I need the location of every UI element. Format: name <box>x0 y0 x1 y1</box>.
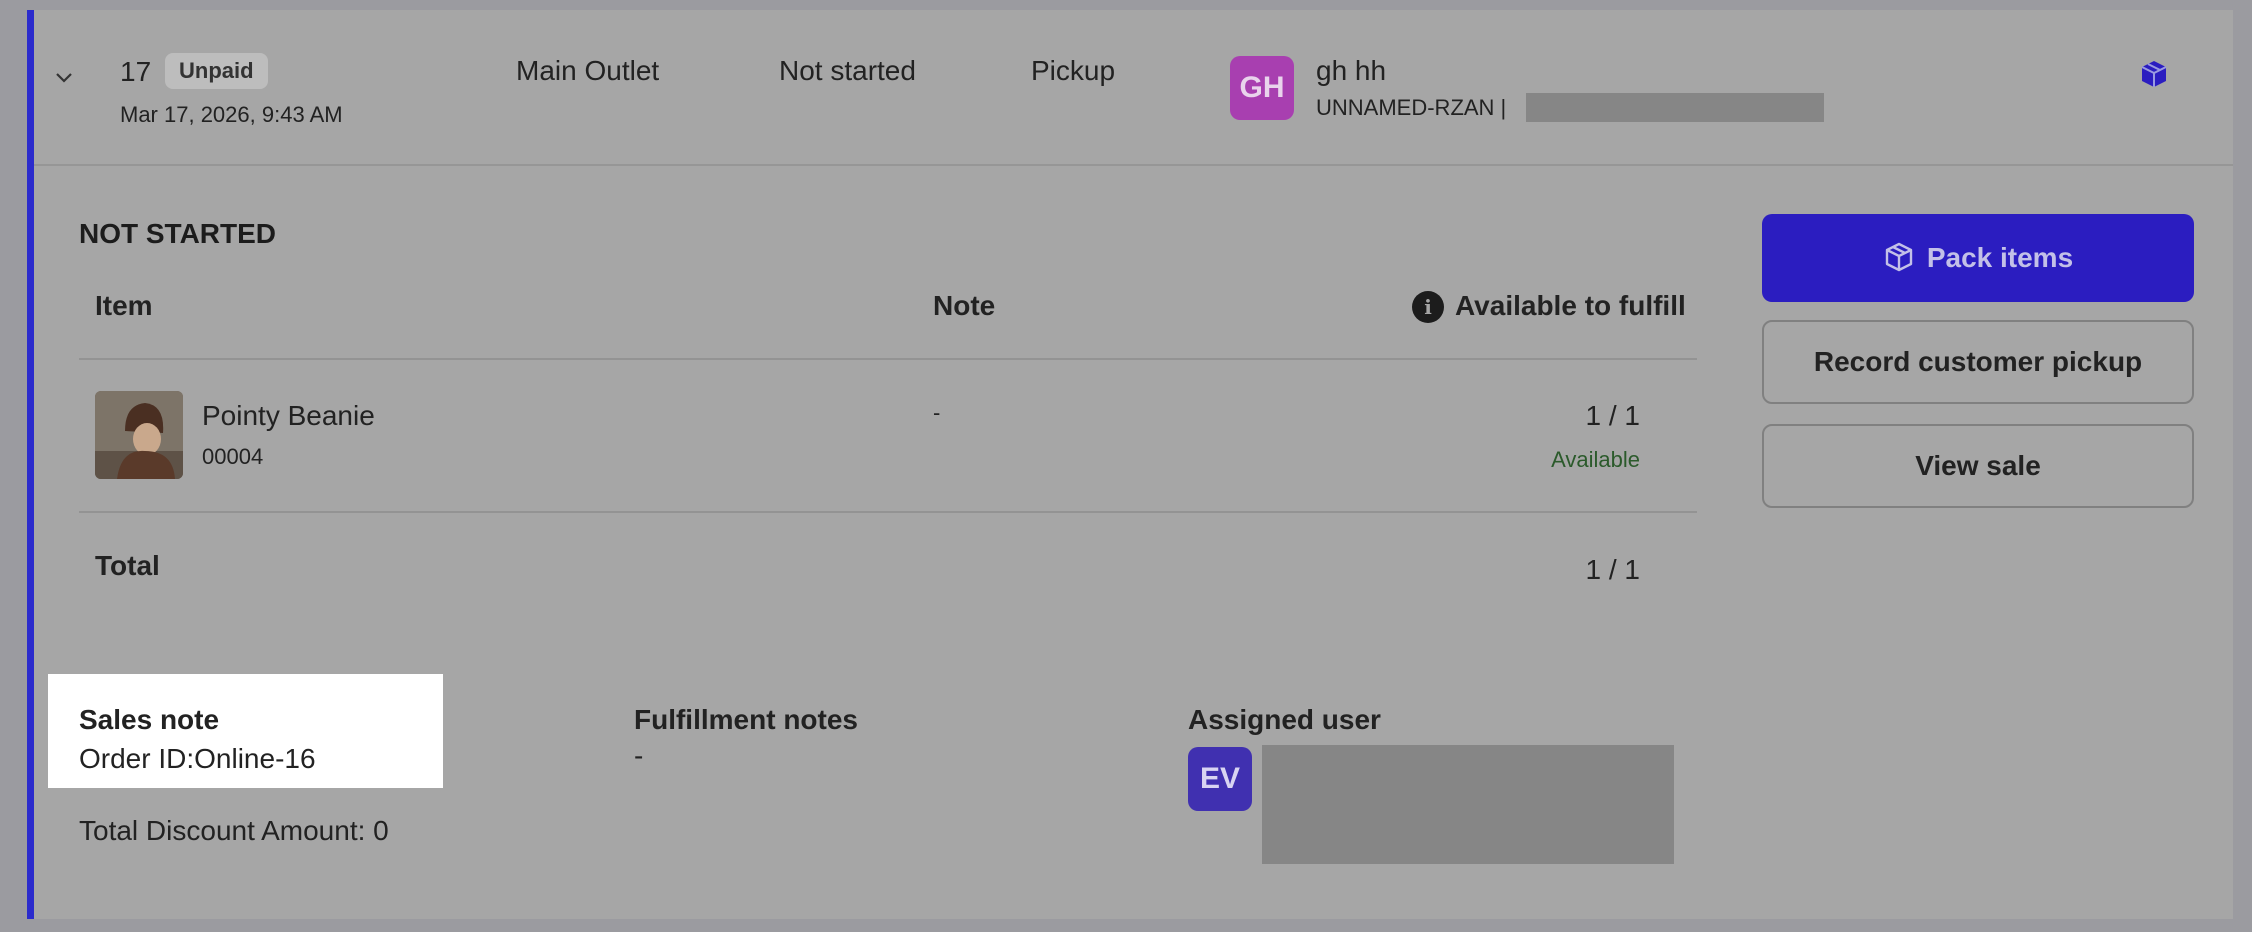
info-icon[interactable]: i <box>1412 291 1444 323</box>
item-name[interactable]: Pointy Beanie <box>202 400 375 432</box>
package-icon[interactable] <box>2138 58 2170 90</box>
customer-code: UNNAMED-RZAN | <box>1316 95 1507 120</box>
column-header-note: Note <box>933 290 996 321</box>
column-header-item: Item <box>95 290 153 321</box>
divider <box>79 358 1697 360</box>
customer-avatar: GH <box>1230 56 1294 120</box>
order-summary-row[interactable]: 17 Unpaid Mar 17, 2026, 9:43 AM Main Out… <box>34 10 2233 166</box>
total-label: Total <box>95 550 160 581</box>
discount-amount: Total Discount Amount: 0 <box>79 815 389 846</box>
record-pickup-button[interactable]: Record customer pickup <box>1762 320 2194 404</box>
chevron-down-icon[interactable] <box>52 65 76 89</box>
payment-status-badge: Unpaid <box>165 53 268 89</box>
assigned-user-avatar: EV <box>1188 747 1252 811</box>
fulfillment-method: Pickup <box>1031 55 1116 86</box>
item-sku: 00004 <box>202 444 264 469</box>
order-number: 17 <box>120 56 152 87</box>
divider <box>79 511 1697 513</box>
total-quantity: 1 / 1 <box>1585 554 1640 585</box>
sales-note-value: Order ID:Online-16 <box>79 743 316 774</box>
fulfillment-notes-value: - <box>634 740 644 771</box>
outlet-name: Main Outlet <box>516 55 660 86</box>
order-card: 17 Unpaid Mar 17, 2026, 9:43 AM Main Out… <box>27 10 2233 919</box>
product-thumbnail <box>95 391 183 479</box>
sales-note-label: Sales note <box>79 704 220 735</box>
column-header-available: Available to fulfill <box>1455 290 1686 321</box>
item-quantity: 1 / 1 <box>1585 400 1640 431</box>
assigned-user-label: Assigned user <box>1188 704 1381 735</box>
fulfillment-status: Not started <box>779 55 916 86</box>
pack-items-button[interactable]: Pack items <box>1762 214 2194 302</box>
package-icon <box>1885 242 1913 272</box>
view-sale-button[interactable]: View sale <box>1762 424 2194 508</box>
redacted-customer-info <box>1526 93 1824 122</box>
fulfillment-section-title: NOT STARTED <box>79 218 277 249</box>
customer-name: gh hh <box>1316 55 1387 86</box>
item-note: - <box>933 400 941 425</box>
fulfillment-notes-label: Fulfillment notes <box>634 704 858 735</box>
order-date: Mar 17, 2026, 9:43 AM <box>120 102 343 127</box>
availability-status: Available <box>1551 447 1640 472</box>
pack-items-label: Pack items <box>1926 242 2074 273</box>
redacted-user-info <box>1262 745 1674 864</box>
